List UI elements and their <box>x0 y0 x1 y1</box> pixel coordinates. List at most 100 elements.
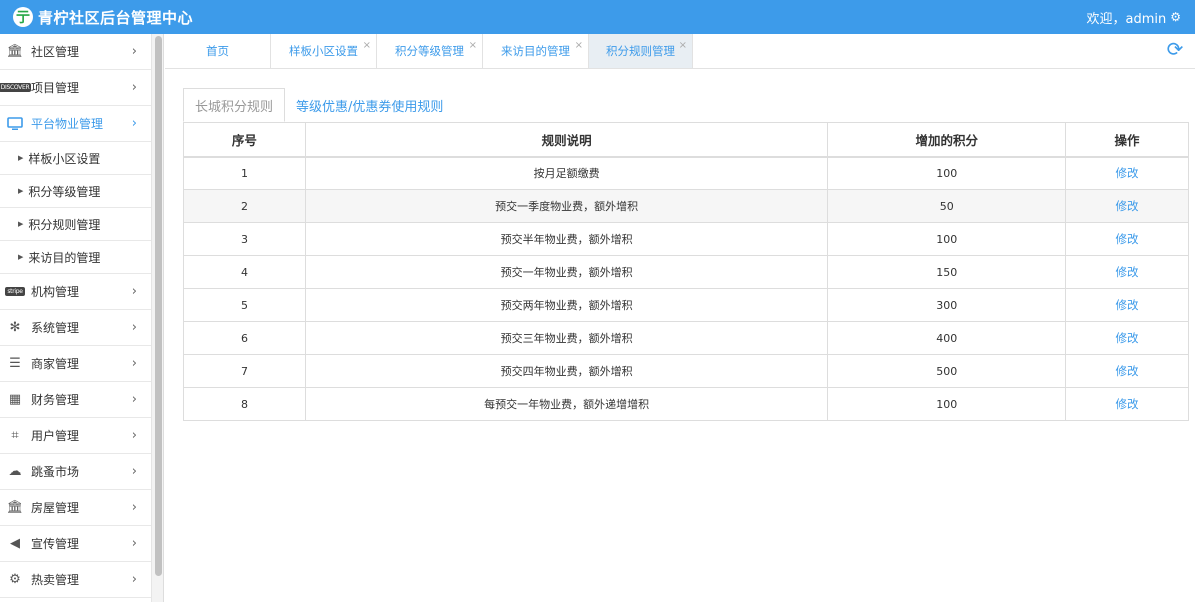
main-content: 长城积分规则 等级优惠/优惠券使用规则 序号 规则说明 增加的积分 操作 1 按… <box>165 69 1195 602</box>
tab-greatwall-points-rules[interactable]: 长城积分规则 <box>183 88 286 122</box>
cell-description: 预交三年物业费，额外增积 <box>304 321 829 355</box>
sidebar-subitem-sample-community[interactable]: ▶ 样板小区设置 <box>0 142 151 175</box>
edit-link[interactable]: 修改 <box>1116 364 1139 378</box>
table-row: 7 预交四年物业费，额外增积 500 修改 <box>183 354 1189 388</box>
tab-label: 首页 <box>206 44 229 58</box>
tab-points-rules[interactable]: 积分规则管理 × <box>589 34 693 68</box>
yelp-icon: ✻ <box>9 320 21 335</box>
scrollbar-thumb[interactable] <box>155 36 162 576</box>
user-welcome[interactable]: 欢迎，admin ⚙ <box>1087 0 1182 34</box>
cell-points: 500 <box>827 354 1067 388</box>
edit-link[interactable]: 修改 <box>1116 397 1139 411</box>
chevron-right-icon: › <box>131 320 137 335</box>
calculator-icon: ▦ <box>8 392 22 407</box>
tab-visit-purpose[interactable]: 来访目的管理 × <box>483 34 589 68</box>
discover-card-icon: DISCOVER <box>0 83 32 92</box>
edit-link[interactable]: 修改 <box>1116 166 1139 180</box>
sidebar-item-hot-sale[interactable]: ⚙ 热卖管理 › <box>0 562 151 598</box>
edit-link[interactable]: 修改 <box>1116 232 1139 246</box>
caret-right-icon: ▶ <box>18 154 24 162</box>
chevron-right-icon: › <box>131 356 137 371</box>
list-icon: ☰ <box>9 356 21 371</box>
sidebar-subitem-label: 来访目的管理 <box>28 250 101 265</box>
cell-no: 6 <box>183 321 306 355</box>
sidebar-item-label: 跳蚤市场 <box>31 465 80 479</box>
close-icon[interactable]: × <box>679 40 687 51</box>
chevron-right-icon: › <box>131 44 137 59</box>
bank-icon: 🏛 <box>6 500 24 515</box>
table-row: 3 预交半年物业费，额外增积 100 修改 <box>183 222 1189 256</box>
tab-label: 积分等级管理 <box>395 44 464 58</box>
chevron-right-icon: › <box>131 392 137 407</box>
sidebar-item-label: 财务管理 <box>31 393 80 407</box>
cell-points: 150 <box>827 255 1067 289</box>
sidebar-item-organizations[interactable]: stripe 机构管理 › <box>0 274 151 310</box>
table-row: 2 预交一季度物业费，额外增积 50 修改 <box>183 189 1189 223</box>
cell-points: 400 <box>827 321 1067 355</box>
cell-description: 预交四年物业费，额外增积 <box>304 354 829 388</box>
sidebar-item-merchants[interactable]: ☰ 商家管理 › <box>0 346 151 382</box>
edit-link[interactable]: 修改 <box>1116 199 1139 213</box>
cell-description: 按月足额缴费 <box>304 156 829 190</box>
tab-points-level[interactable]: 积分等级管理 × <box>377 34 483 68</box>
column-header-no: 序号 <box>183 122 306 158</box>
column-header-points: 增加的积分 <box>827 122 1067 158</box>
table-header-row: 序号 规则说明 增加的积分 操作 <box>183 122 1189 158</box>
sidebar-item-community[interactable]: 🏛 社区管理 › <box>0 34 151 70</box>
cell-no: 5 <box>183 288 306 322</box>
tab-bar: 首页 样板小区设置 × 积分等级管理 × 来访目的管理 × 积分规则管理 × ⟳ <box>165 34 1195 69</box>
chevron-right-icon: › <box>131 572 137 587</box>
chevron-right-icon: › <box>131 464 137 479</box>
close-icon[interactable]: × <box>469 40 477 51</box>
sidebar-item-label: 项目管理 <box>31 81 80 95</box>
edit-link[interactable]: 修改 <box>1116 331 1139 345</box>
sidebar-item-label: 用户管理 <box>31 429 80 443</box>
volume-icon: ◀ <box>10 536 20 551</box>
sidebar-item-label: 宣传管理 <box>31 537 80 551</box>
column-header-description: 规则说明 <box>304 122 829 158</box>
cell-description: 每预交一年物业费，额外递增增积 <box>304 387 829 421</box>
tab-sample-community[interactable]: 样板小区设置 × <box>271 34 377 68</box>
close-icon[interactable]: × <box>575 40 583 51</box>
sidebar-subitem-points-level[interactable]: ▶ 积分等级管理 <box>0 175 151 208</box>
sidebar-item-promotion[interactable]: ◀ 宣传管理 › <box>0 526 151 562</box>
welcome-text: 欢迎，admin <box>1086 11 1167 27</box>
chevron-right-icon: › <box>131 80 137 95</box>
bank-icon: 🏛 <box>6 44 24 59</box>
tab-label: 来访目的管理 <box>501 44 570 58</box>
sidebar-subitem-visit-purpose[interactable]: ▶ 来访目的管理 <box>0 241 151 274</box>
cell-no: 7 <box>183 354 306 388</box>
close-icon[interactable]: × <box>363 40 371 51</box>
edit-link[interactable]: 修改 <box>1116 265 1139 279</box>
app-title: 青柠社区后台管理中心 <box>38 8 194 27</box>
tab-level-discount-rules[interactable]: 等级优惠/优惠券使用规则 <box>285 88 454 122</box>
gear-icon[interactable]: ⚙ <box>1170 10 1181 24</box>
sidebar-subitem-label: 样板小区设置 <box>28 151 101 166</box>
table-row: 6 预交三年物业费，额外增积 400 修改 <box>183 321 1189 355</box>
table-row: 1 按月足额缴费 100 修改 <box>183 156 1189 190</box>
sidebar-scrollbar[interactable] <box>152 34 164 602</box>
sidebar-subitem-points-rules[interactable]: ▶ 积分规则管理 <box>0 208 151 241</box>
sidebar-item-system[interactable]: ✻ 系统管理 › <box>0 310 151 346</box>
chevron-right-icon: › <box>131 500 137 515</box>
gear-icon: ⚙ <box>9 572 21 587</box>
sidebar-item-projects[interactable]: DISCOVER 项目管理 › <box>0 70 151 106</box>
sidebar-item-platform-property[interactable]: 平台物业管理 › <box>0 106 151 142</box>
tab-home[interactable]: 首页 <box>165 34 271 68</box>
caret-right-icon: ▶ <box>18 187 24 195</box>
stripe-icon: stripe <box>5 287 25 296</box>
sidebar-item-label: 热卖管理 <box>31 573 80 587</box>
refresh-icon[interactable]: ⟳ <box>1165 39 1185 59</box>
sidebar: 🏛 社区管理 › DISCOVER 项目管理 › 平台物业管理 › ▶ 样板小区… <box>0 34 152 602</box>
cell-points: 50 <box>827 189 1067 223</box>
sidebar-item-flea-market[interactable]: ☁ 跳蚤市场 › <box>0 454 151 490</box>
table-row: 4 预交一年物业费，额外增积 150 修改 <box>183 255 1189 289</box>
tab-label: 样板小区设置 <box>289 44 358 58</box>
sidebar-item-housing[interactable]: 🏛 房屋管理 › <box>0 490 151 526</box>
sidebar-item-finance[interactable]: ▦ 财务管理 › <box>0 382 151 418</box>
sidebar-item-label: 机构管理 <box>31 285 80 299</box>
sidebar-item-users[interactable]: ⌗ 用户管理 › <box>0 418 151 454</box>
edit-link[interactable]: 修改 <box>1116 298 1139 312</box>
cell-points: 100 <box>827 222 1067 256</box>
table-row: 8 每预交一年物业费，额外递增增积 100 修改 <box>183 387 1189 421</box>
